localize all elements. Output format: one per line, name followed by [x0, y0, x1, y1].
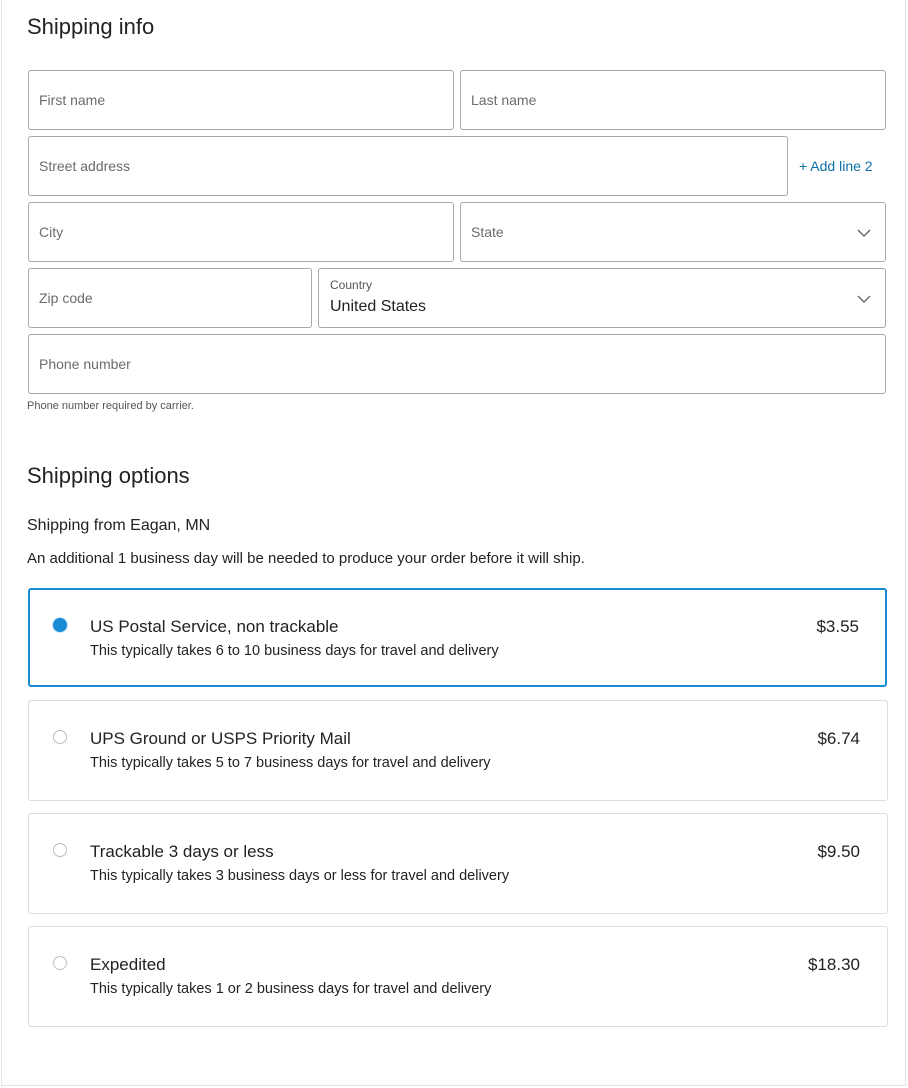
zip-code-field[interactable]: [28, 268, 312, 328]
option-description: This typically takes 3 business days or …: [90, 868, 510, 884]
production-note: An additional 1 business day will be nee…: [27, 550, 585, 567]
radio-selected-icon[interactable]: [53, 618, 67, 632]
phone-hint: Phone number required by carrier.: [27, 400, 194, 412]
country-value: United States: [330, 298, 427, 315]
street-address-input[interactable]: [29, 137, 787, 195]
option-price: $6.74: [817, 729, 860, 748]
radio-unselected-icon[interactable]: [53, 843, 67, 857]
chevron-down-icon: [857, 229, 871, 237]
option-price: $3.55: [816, 617, 859, 636]
shipping-options-heading: Shipping options: [27, 463, 190, 488]
radio-unselected-icon[interactable]: [53, 956, 67, 970]
shipping-option-usps[interactable]: US Postal Service, non trackable This ty…: [28, 588, 887, 687]
option-name: Expedited: [90, 955, 166, 974]
country-label: Country: [330, 278, 373, 292]
shipping-option-ups-ground[interactable]: UPS Ground or USPS Priority Mail This ty…: [28, 700, 888, 801]
option-description: This typically takes 6 to 10 business da…: [90, 643, 499, 659]
option-price: $18.30: [808, 955, 860, 974]
phone-number-field[interactable]: [28, 334, 886, 394]
last-name-field[interactable]: [460, 70, 886, 130]
city-field[interactable]: [28, 202, 454, 262]
option-description: This typically takes 1 or 2 business day…: [90, 981, 492, 997]
chevron-down-icon: [857, 295, 871, 303]
shipping-option-trackable-3-days[interactable]: Trackable 3 days or less This typically …: [28, 813, 888, 914]
phone-number-input[interactable]: [29, 335, 885, 393]
shipping-option-expedited[interactable]: Expedited This typically takes 1 or 2 bu…: [28, 926, 888, 1027]
option-description: This typically takes 5 to 7 business day…: [90, 755, 491, 771]
last-name-input[interactable]: [461, 71, 885, 129]
country-select[interactable]: Country United States: [318, 268, 886, 328]
zip-code-input[interactable]: [29, 269, 311, 327]
add-line-2-link[interactable]: + Add line 2: [799, 158, 873, 174]
first-name-input[interactable]: [29, 71, 453, 129]
radio-unselected-icon[interactable]: [53, 730, 67, 744]
option-price: $9.50: [817, 842, 860, 861]
option-name: UPS Ground or USPS Priority Mail: [90, 729, 351, 748]
state-placeholder: State: [471, 224, 504, 240]
checkout-card: Shipping info + Add line 2 State Country…: [1, 0, 906, 1086]
street-address-field[interactable]: [28, 136, 788, 196]
option-name: Trackable 3 days or less: [90, 842, 274, 861]
first-name-field[interactable]: [28, 70, 454, 130]
shipping-from-text: Shipping from Eagan, MN: [27, 517, 211, 534]
option-name: US Postal Service, non trackable: [90, 617, 339, 636]
state-select[interactable]: State: [460, 202, 886, 262]
shipping-info-heading: Shipping info: [27, 14, 155, 39]
city-input[interactable]: [29, 203, 453, 261]
